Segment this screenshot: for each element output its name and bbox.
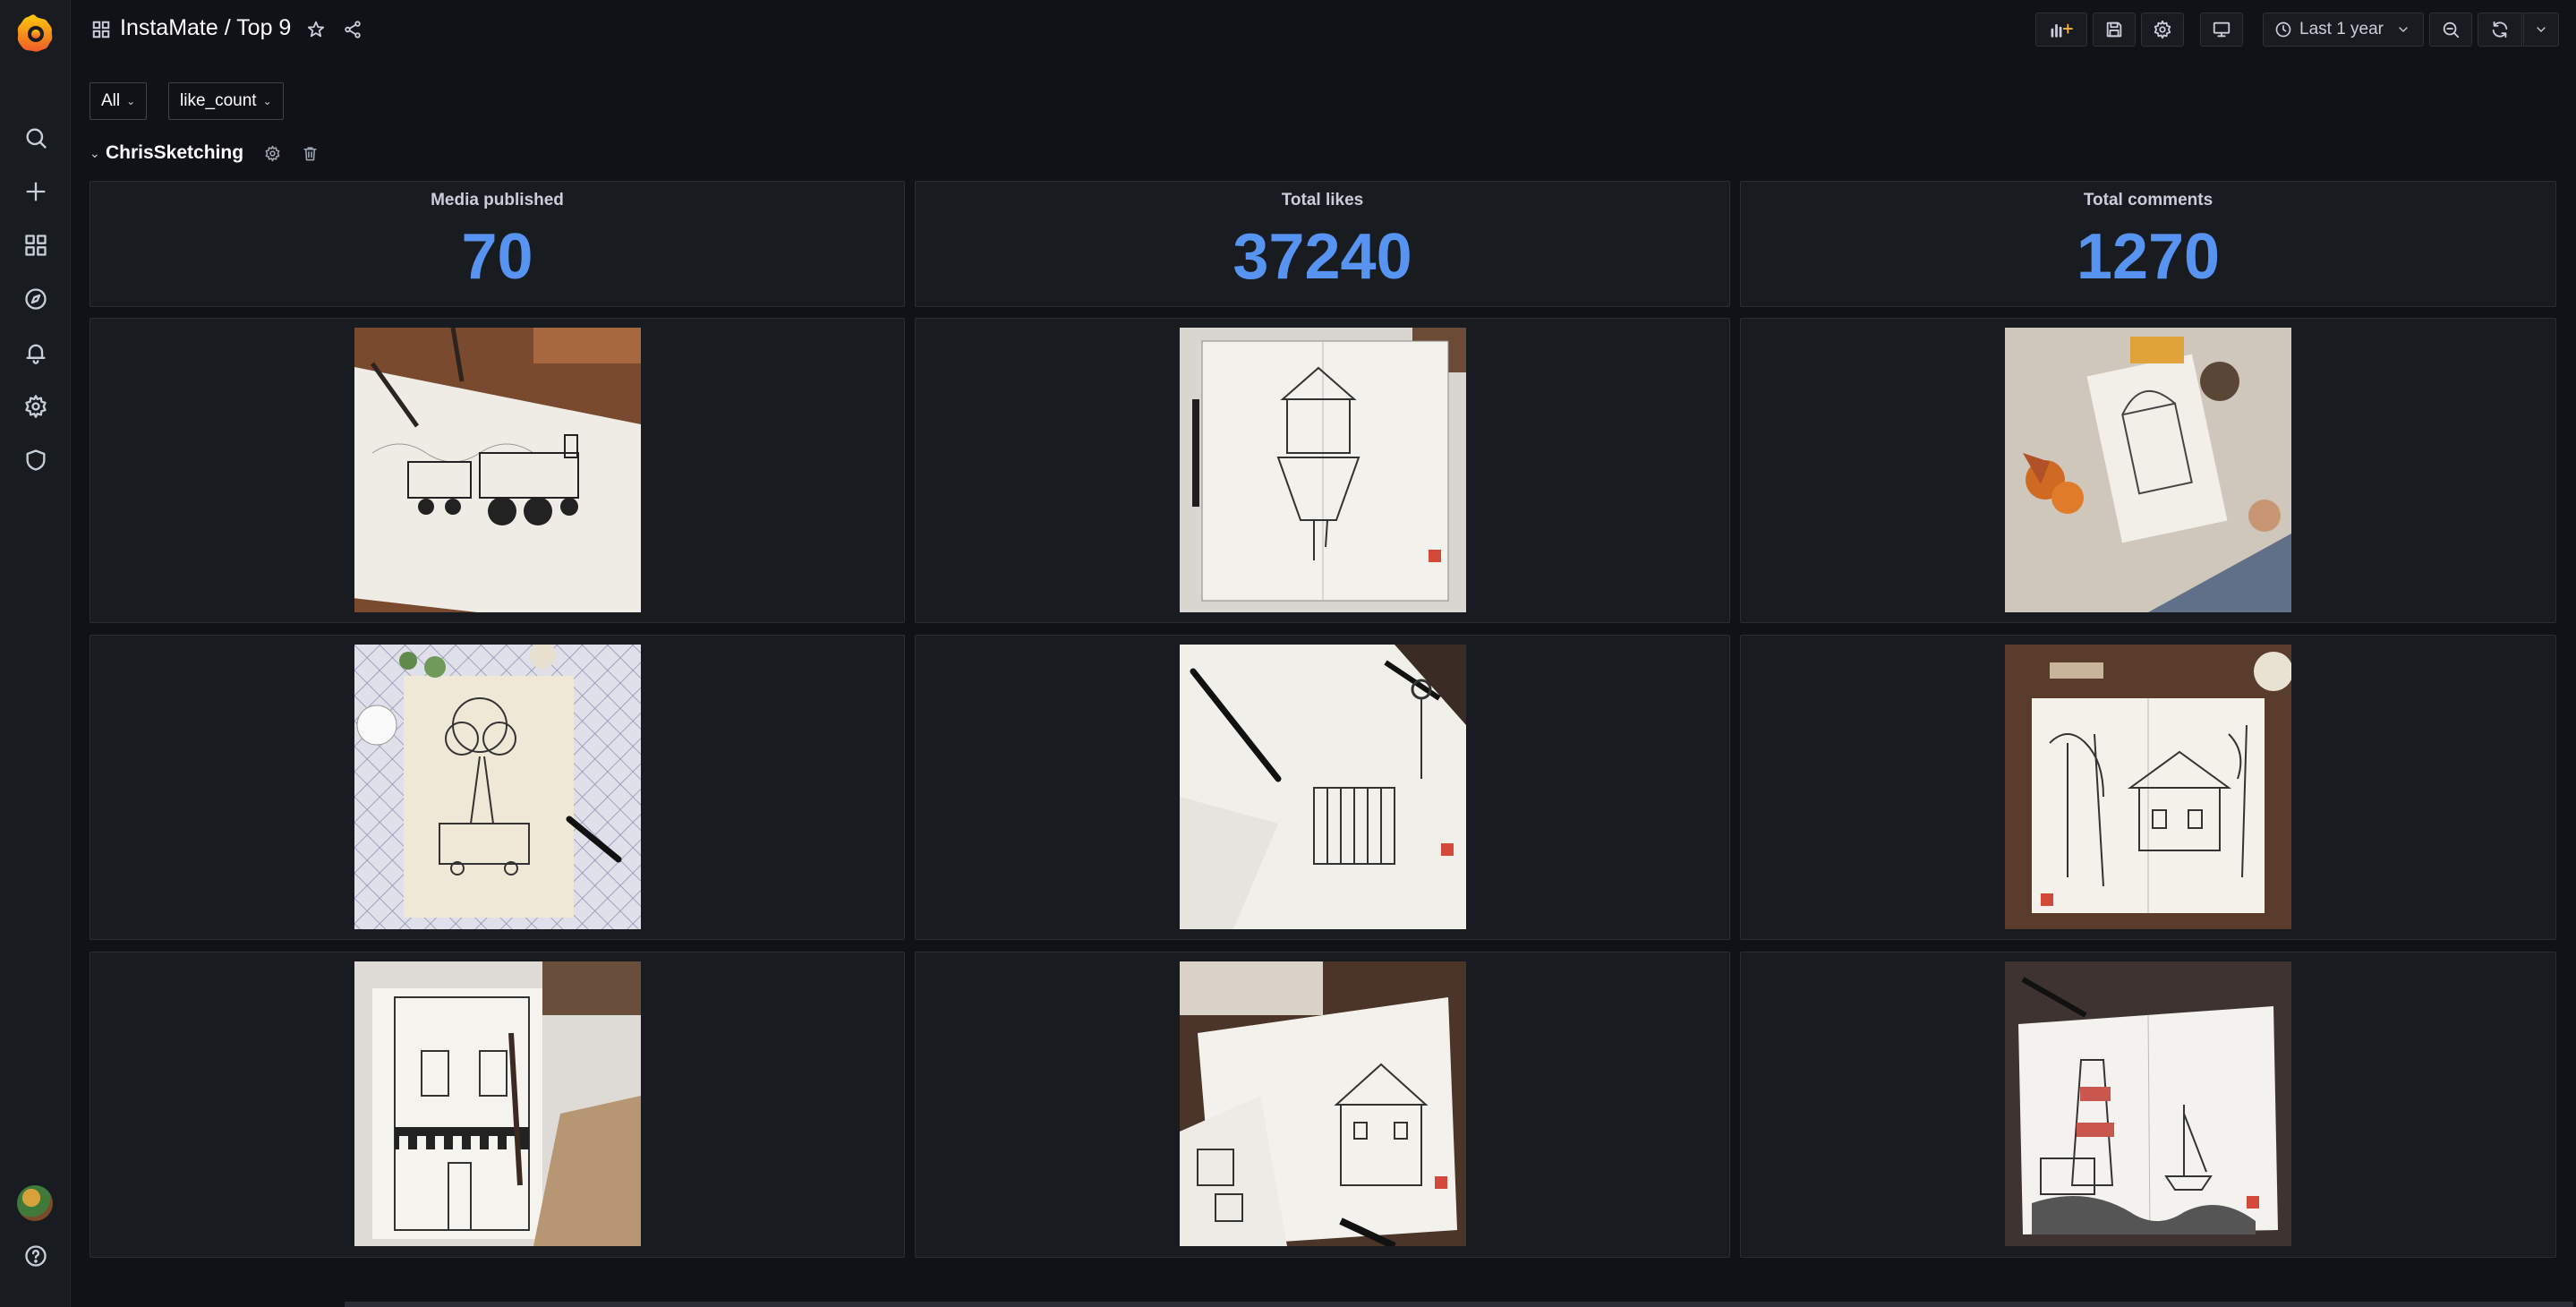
grafana-logo-icon[interactable] bbox=[14, 13, 55, 54]
sidebar bbox=[0, 0, 71, 1307]
cycle-view-mode-button[interactable] bbox=[2200, 13, 2243, 47]
sketch-fence-image[interactable] bbox=[1180, 645, 1466, 929]
stat-value: 1270 bbox=[2076, 221, 2221, 293]
time-range-label: Last 1 year bbox=[2299, 20, 2384, 38]
post-image-panel[interactable] bbox=[1740, 952, 2556, 1258]
sketch-train-image[interactable] bbox=[354, 328, 641, 612]
row-collapse-chevron-icon[interactable]: ⌄ bbox=[90, 146, 102, 161]
row-title[interactable]: ChrisSketching bbox=[106, 142, 243, 164]
sketch-lighthouse-image[interactable] bbox=[2005, 961, 2291, 1246]
dashboard-navbar: InstaMate / Top 9 Last 1 year bbox=[72, 0, 2576, 59]
variable-value: like_count bbox=[180, 91, 257, 110]
user-avatar[interactable] bbox=[17, 1185, 53, 1221]
post-image-panel[interactable] bbox=[915, 635, 1730, 940]
post-image-panel[interactable] bbox=[1740, 318, 2556, 623]
variable-select-2[interactable]: like_count ⌄ bbox=[168, 82, 284, 120]
alerting-bell-icon[interactable] bbox=[17, 334, 55, 372]
stat-panel-total-likes[interactable]: Total likes 37240 bbox=[915, 181, 1730, 307]
post-image-panel[interactable] bbox=[915, 952, 1730, 1258]
time-range-picker[interactable]: Last 1 year bbox=[2263, 13, 2424, 47]
row-delete-trash-icon[interactable] bbox=[299, 142, 320, 164]
post-image-panel[interactable] bbox=[90, 635, 905, 940]
post-image-panel[interactable] bbox=[915, 318, 1730, 623]
chevron-down-icon: ⌄ bbox=[126, 95, 136, 107]
share-dashboard-icon[interactable] bbox=[339, 16, 366, 43]
variable-value: All bbox=[101, 91, 121, 110]
dashboard-apps-icon bbox=[91, 20, 111, 39]
create-plus-icon[interactable] bbox=[17, 173, 55, 210]
help-icon[interactable] bbox=[17, 1237, 55, 1275]
explore-compass-icon[interactable] bbox=[17, 280, 55, 318]
chevron-down-icon bbox=[2399, 27, 2408, 32]
panel-title[interactable]: Total comments bbox=[1741, 191, 2555, 210]
breadcrumb-dashboard-title[interactable]: Top 9 bbox=[236, 15, 291, 40]
sketch-balloon-bus-image[interactable] bbox=[354, 645, 641, 929]
server-admin-shield-icon[interactable] bbox=[17, 441, 55, 479]
breadcrumb: InstaMate / Top 9 bbox=[120, 15, 291, 41]
save-dashboard-button[interactable] bbox=[2093, 13, 2136, 47]
stat-panel-total-comments[interactable]: Total comments 1270 bbox=[1740, 181, 2556, 307]
search-icon[interactable] bbox=[17, 119, 55, 157]
clock-icon bbox=[2275, 21, 2291, 38]
post-image-panel[interactable] bbox=[90, 318, 905, 623]
chevron-down-icon bbox=[2537, 27, 2546, 32]
chevron-down-icon: ⌄ bbox=[262, 95, 272, 107]
dashboard-settings-button[interactable] bbox=[2141, 13, 2184, 47]
dashboards-grid-icon[interactable] bbox=[17, 226, 55, 264]
sketch-floating-house-image[interactable] bbox=[1180, 328, 1466, 612]
refresh-interval-dropdown[interactable] bbox=[2523, 13, 2559, 47]
sketch-forest-house-image[interactable] bbox=[2005, 645, 2291, 929]
configuration-gear-icon[interactable] bbox=[17, 388, 55, 425]
post-image-panel[interactable] bbox=[90, 952, 905, 1258]
add-panel-button[interactable] bbox=[2035, 13, 2087, 47]
zoom-out-button[interactable] bbox=[2429, 13, 2472, 47]
variable-select-1[interactable]: All ⌄ bbox=[90, 82, 148, 120]
refresh-dashboard-button[interactable] bbox=[2478, 13, 2522, 47]
sketch-laundromat-storefront-image[interactable] bbox=[354, 961, 641, 1246]
star-dashboard-icon[interactable] bbox=[303, 16, 329, 43]
post-image-panel[interactable] bbox=[1740, 635, 2556, 940]
panel-title[interactable]: Media published bbox=[90, 191, 904, 210]
sketch-autumn-doorway-image[interactable] bbox=[2005, 328, 2291, 612]
stat-value: 70 bbox=[461, 221, 533, 293]
panel-title[interactable]: Total likes bbox=[916, 191, 1729, 210]
sketch-mansion-notebook-image[interactable] bbox=[1180, 961, 1466, 1246]
breadcrumb-separator: / bbox=[218, 15, 237, 40]
row-settings-gear-icon[interactable] bbox=[261, 142, 283, 164]
stat-value: 37240 bbox=[1233, 221, 1412, 293]
horizontal-scrollbar[interactable] bbox=[345, 1302, 2573, 1307]
dashboard-row-header: ⌄ ChrisSketching bbox=[90, 140, 320, 167]
stat-panel-media-published[interactable]: Media published 70 bbox=[90, 181, 905, 307]
breadcrumb-folder[interactable]: InstaMate bbox=[120, 15, 218, 40]
